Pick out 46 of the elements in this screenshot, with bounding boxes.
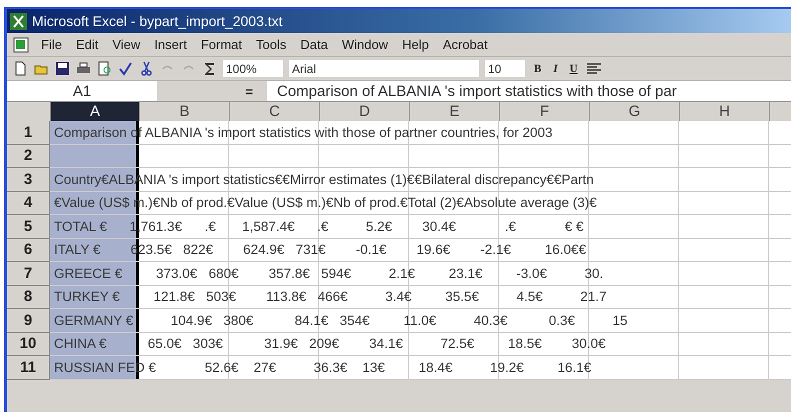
- menu-item[interactable]: Window: [340, 36, 390, 53]
- spell-icon[interactable]: [118, 61, 133, 76]
- row-header[interactable]: 10: [7, 332, 50, 356]
- menu-item[interactable]: Tools: [254, 36, 288, 53]
- preview-icon[interactable]: [97, 61, 112, 76]
- cell-text: GERMANY € 104.9€ 380€ 84.1€ 354€ 11.0€ 40.3€ 0.3€ 15: [53, 312, 628, 328]
- menu-item[interactable]: Edit: [74, 36, 100, 53]
- font-dropdown[interactable]: Arial: [289, 60, 479, 77]
- new-icon[interactable]: [13, 61, 28, 76]
- row-header[interactable]: 8: [7, 286, 50, 309]
- font-size-dropdown[interactable]: 10: [485, 60, 525, 77]
- menu-item[interactable]: Data: [298, 36, 330, 53]
- row-header[interactable]: 11: [7, 356, 50, 380]
- format-button[interactable]: B: [531, 62, 544, 74]
- print-icon[interactable]: [76, 61, 91, 76]
- cell-text: CHINA € 65.0€ 303€ 31.9€ 209€ 34.1€ 72.5€ 18.5€ 30.0€: [53, 336, 606, 352]
- cell-text: Comparison of ALBANIA 's import statistics with those of partner countries, for 2003: [53, 124, 553, 140]
- menu-item[interactable]: Insert: [152, 36, 189, 53]
- menu-item[interactable]: Format: [198, 36, 244, 53]
- cut-icon[interactable]: [139, 61, 154, 76]
- formula-field[interactable]: Comparison of ALBANIA 's import statistics with those of par: [267, 81, 791, 101]
- row-header[interactable]: 5: [7, 215, 50, 238]
- menu-item[interactable]: Acrobat: [440, 36, 490, 53]
- column-header[interactable]: A: [51, 102, 140, 121]
- window-title: Microsoft Excel - bypart_import_2003.txt: [32, 13, 283, 29]
- save-icon[interactable]: [55, 61, 70, 76]
- sigma-icon[interactable]: [202, 61, 217, 76]
- row-header[interactable]: 6: [7, 238, 50, 262]
- row-header[interactable]: 4: [7, 192, 50, 215]
- menu-item[interactable]: View: [110, 36, 142, 53]
- workbook-icon: [13, 36, 29, 52]
- menu-item[interactable]: File: [39, 36, 64, 53]
- cell-text: TURKEY € 121.8€ 503€ 113.8€ 466€ 3.4€ 35.5€ 4.5€ 21.7: [53, 289, 607, 304]
- format-button[interactable]: I: [550, 62, 561, 74]
- zoom-dropdown[interactable]: 100%: [223, 60, 283, 77]
- row-header[interactable]: 3: [7, 168, 50, 192]
- align-icon[interactable]: [586, 62, 601, 74]
- format-button[interactable]: U: [566, 62, 581, 74]
- row-header[interactable]: 7: [7, 262, 50, 286]
- excel-icon: [10, 12, 27, 30]
- name-box[interactable]: A1: [7, 81, 157, 101]
- row-header[interactable]: 9: [7, 309, 50, 332]
- row-header[interactable]: 1: [7, 121, 50, 144]
- row-header[interactable]: 2: [7, 144, 50, 168]
- cell-text: GREECE € 373.0€ 680€ 357.8€ 594€ 2.1€ 23.1€ -3.0€ 30.: [53, 266, 604, 281]
- menu-item[interactable]: Help: [400, 36, 431, 53]
